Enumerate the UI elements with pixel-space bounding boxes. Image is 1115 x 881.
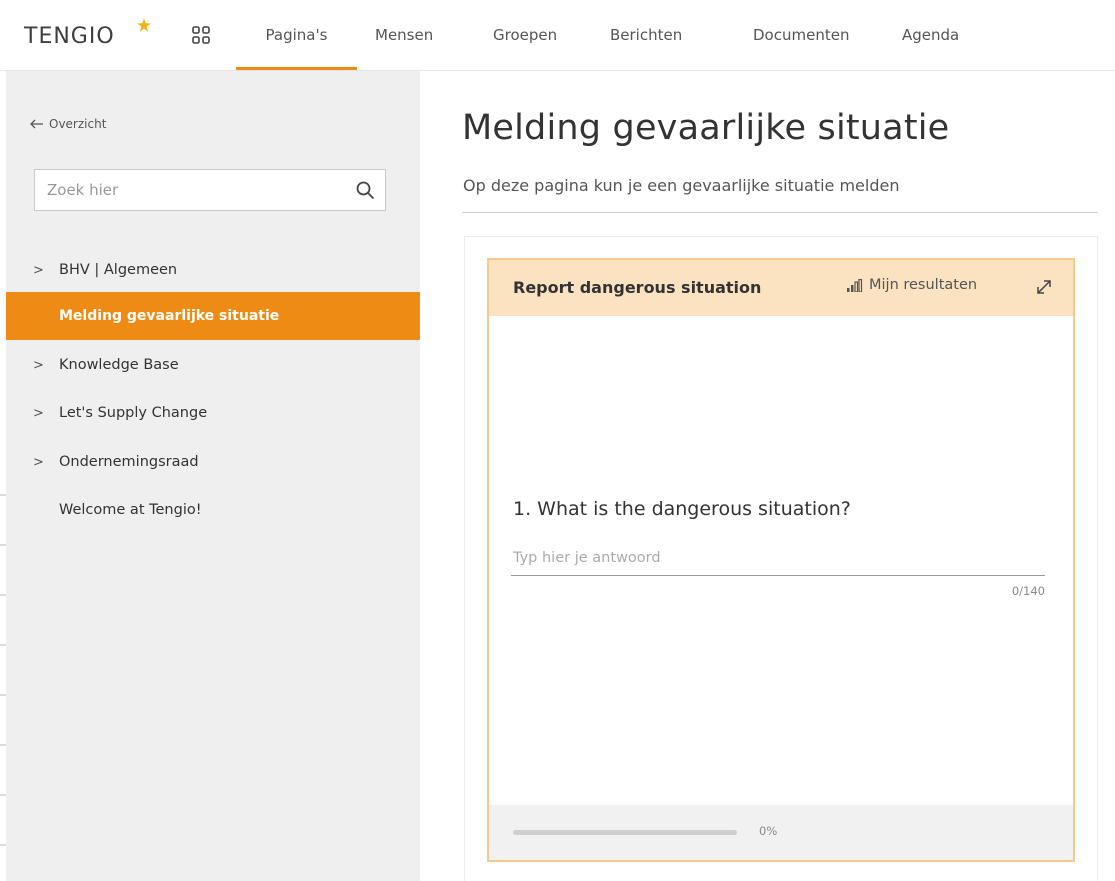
form-header: Report dangerous situation Mijn resultat… — [489, 260, 1073, 316]
sidebar-item-knowledge-base[interactable]: > Knowledge Base — [6, 341, 420, 389]
my-results-link[interactable]: Mijn resultaten — [847, 277, 977, 293]
form-title: Report dangerous situation — [513, 278, 762, 297]
my-results-label: Mijn resultaten — [869, 277, 978, 293]
tab-mensen[interactable]: Mensen — [357, 0, 477, 70]
sidebar-item-ondernemingsraad[interactable]: > Ondernemingsraad — [6, 438, 420, 486]
arrow-left-icon — [30, 119, 43, 129]
search-icon[interactable] — [355, 180, 375, 200]
logo-star-icon — [137, 18, 151, 32]
tab-berichten[interactable]: Berichten — [592, 0, 727, 70]
sidebar-item-label: Let's Supply Change — [59, 405, 208, 421]
character-counter: 0/140 — [1011, 584, 1045, 598]
answer-input[interactable] — [511, 540, 1045, 576]
sidebar-item-label: Ondernemingsraad — [59, 454, 199, 470]
tab-agenda[interactable]: Agenda — [892, 0, 992, 70]
top-navigation-bar: TENGIO Pagina's Mensen Groepen Berichten… — [0, 0, 1115, 70]
progress-bar — [513, 830, 737, 835]
sidebar-item-label: Welcome at Tengio! — [59, 502, 202, 518]
main-nav: Pagina's Mensen Groepen Berichten Docume… — [236, 0, 992, 70]
back-to-overview-link[interactable]: Overzicht — [30, 117, 106, 131]
apps-grid-icon[interactable] — [192, 26, 210, 44]
sidebar-item-melding-gevaarlijke-situatie[interactable]: Melding gevaarlijke situatie — [6, 292, 420, 340]
form-widget: Report dangerous situation Mijn resultat… — [487, 258, 1075, 862]
sidebar-item-label: Knowledge Base — [59, 357, 179, 373]
sidebar-item-welcome-at-tengio[interactable]: Welcome at Tengio! — [6, 486, 420, 534]
chevron-right-icon[interactable]: > — [33, 358, 47, 373]
sidebar-item-label: BHV | Algemeen — [59, 262, 178, 278]
chevron-right-icon[interactable]: > — [33, 455, 47, 470]
sidebar: Overzicht > BHV | Algemeen Melding gevaa… — [6, 71, 420, 881]
chevron-right-icon[interactable]: > — [33, 406, 47, 421]
search-input[interactable] — [35, 170, 345, 210]
tab-documenten[interactable]: Documenten — [727, 0, 892, 70]
question-label: 1. What is the dangerous situation? — [513, 498, 851, 520]
edge-divider-marks — [0, 494, 6, 846]
page-title: Melding gevaarlijke situatie — [462, 108, 950, 148]
form-footer: 0% — [489, 805, 1073, 860]
sidebar-item-bhv-algemeen[interactable]: > BHV | Algemeen — [6, 246, 420, 294]
sidebar-item-lets-supply-change[interactable]: > Let's Supply Change — [6, 389, 420, 437]
brand-logo[interactable]: TENGIO — [24, 24, 115, 49]
bar-chart-icon — [847, 278, 863, 292]
content-divider — [462, 212, 1098, 213]
back-link-label: Overzicht — [49, 117, 107, 131]
page-subtitle: Op deze pagina kun je een gevaarlijke si… — [463, 176, 900, 195]
chevron-right-icon[interactable]: > — [33, 263, 47, 278]
tab-groepen[interactable]: Groepen — [477, 0, 592, 70]
progress-label: 0% — [759, 824, 778, 838]
sidebar-item-label: Melding gevaarlijke situatie — [59, 308, 280, 324]
expand-icon[interactable] — [1035, 278, 1053, 296]
sidebar-search — [34, 169, 386, 211]
tab-paginas[interactable]: Pagina's — [236, 0, 357, 70]
